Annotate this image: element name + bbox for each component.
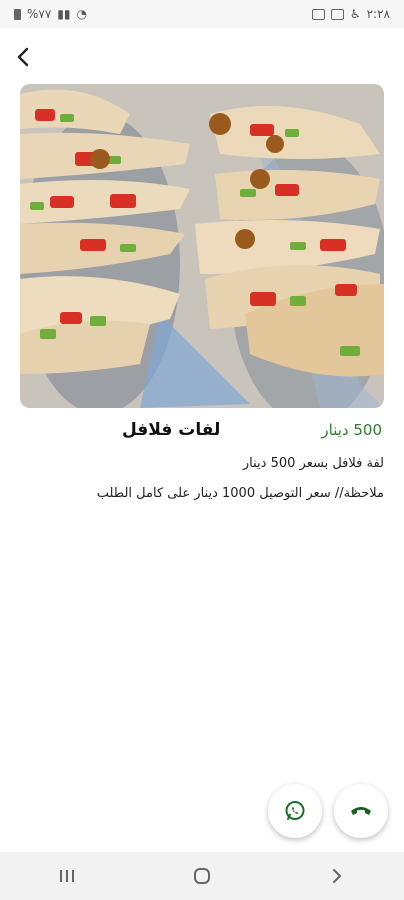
status-left: %٧٧ ▮▮ ◔ bbox=[14, 7, 87, 21]
whatsapp-icon bbox=[285, 801, 305, 820]
back-icon bbox=[332, 869, 341, 883]
product-description-line1: لفة فلافل بسعر 500 دينار bbox=[242, 456, 384, 471]
battery-percent: %٧٧ bbox=[27, 7, 52, 21]
image-icon bbox=[311, 8, 325, 20]
product-title: لفات فلافل bbox=[122, 420, 221, 440]
accessibility-icon: ♿ bbox=[349, 7, 361, 21]
battery-icon bbox=[14, 8, 21, 20]
status-right: ♿ ٢:٢٨ bbox=[311, 7, 390, 21]
back-button[interactable] bbox=[8, 42, 38, 72]
home-icon bbox=[193, 868, 210, 884]
phone-icon bbox=[351, 807, 371, 815]
product-price: 500 دينار bbox=[321, 421, 382, 439]
product-image bbox=[20, 84, 384, 408]
wifi-icon: ◔ bbox=[76, 7, 87, 21]
gallery-icon bbox=[330, 8, 344, 20]
status-time: ٢:٢٨ bbox=[366, 7, 390, 21]
status-bar: %٧٧ ▮▮ ◔ ♿ ٢:٢٨ bbox=[0, 0, 404, 28]
call-button[interactable] bbox=[334, 784, 388, 838]
system-navbar bbox=[0, 852, 404, 900]
recents-button[interactable] bbox=[47, 856, 87, 896]
home-button[interactable] bbox=[182, 856, 222, 896]
whatsapp-button[interactable] bbox=[268, 784, 322, 838]
signal-icon: ▮▮ bbox=[57, 7, 71, 21]
nav-back-button[interactable] bbox=[317, 856, 357, 896]
product-description-line2: ملاحظة// سعر التوصيل 1000 دينار على كامل… bbox=[96, 486, 384, 501]
chevron-left-icon bbox=[17, 47, 29, 67]
recents-icon bbox=[60, 870, 75, 882]
